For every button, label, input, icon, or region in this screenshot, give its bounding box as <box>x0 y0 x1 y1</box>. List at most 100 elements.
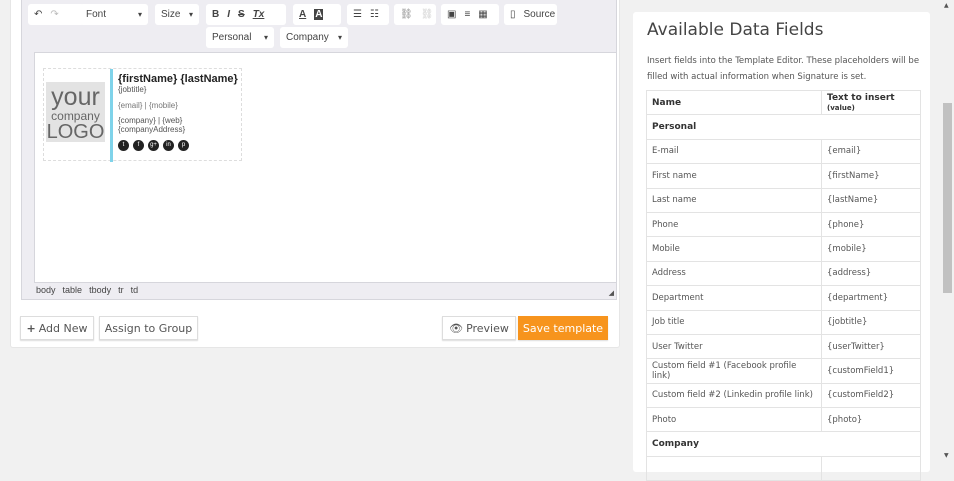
field-value[interactable]: {photo} <box>821 407 921 433</box>
bullet-list-icon[interactable]: ☷ <box>370 9 379 20</box>
col-name: Name <box>646 89 822 116</box>
panel-description: Insert fields into the Template Editor. … <box>647 56 920 82</box>
signature-divider <box>110 69 113 162</box>
field-row: Custom field #1 (Facebook profile link){… <box>646 358 921 384</box>
field-value[interactable]: {jobtitle} <box>821 309 921 335</box>
italic-button[interactable]: I <box>227 9 230 20</box>
assign-to-group-button[interactable]: Assign to Group <box>99 316 198 340</box>
data-fields-panel: Available Data Fields Insert fields into… <box>633 12 930 481</box>
field-value[interactable]: {firstName} <box>821 163 921 189</box>
field-row <box>646 455 921 481</box>
twitter-icon: t <box>118 140 129 151</box>
field-name: Last name <box>646 187 822 213</box>
field-name: E-mail <box>646 138 822 165</box>
eye-icon: 👁 <box>449 321 464 335</box>
list-group: ☰ ☷ <box>347 4 389 25</box>
field-name: Address <box>646 260 822 287</box>
field-value[interactable]: {department} <box>821 285 921 311</box>
signature-preview: your company LOGO {firstName} {lastName} {… <box>43 68 242 162</box>
redo-icon[interactable]: ↷ <box>50 9 58 20</box>
resize-handle[interactable]: ◢ <box>609 289 614 297</box>
field-value[interactable]: {address} <box>821 260 921 287</box>
bg-color-button[interactable]: A <box>314 9 324 20</box>
insert-group: ▣ ≡ ▦ <box>441 4 499 25</box>
page-scrollbar[interactable]: ▲ ▼ <box>941 0 954 461</box>
field-name <box>646 455 822 481</box>
plus-icon: + <box>26 321 36 335</box>
source-icon: ▯ <box>510 9 516 20</box>
scroll-up-icon[interactable]: ▲ <box>944 2 949 9</box>
field-row: First name {firstName} <box>646 163 921 189</box>
strike-button[interactable]: S <box>238 9 245 20</box>
add-new-button[interactable]: + Add New <box>20 316 94 340</box>
size-select[interactable]: Size <box>155 4 199 25</box>
field-row: Last name {lastName} <box>646 187 921 213</box>
editor-content[interactable]: your company LOGO {firstName} {lastName} {… <box>34 52 617 283</box>
field-value[interactable]: {lastName} <box>821 187 921 213</box>
path-item[interactable]: tbody <box>89 285 111 295</box>
field-value[interactable]: {customField1} <box>821 358 921 384</box>
company-fields-select[interactable]: Company <box>280 27 348 48</box>
field-value[interactable]: {customField2} <box>821 382 921 409</box>
linkedin-icon: in <box>163 140 174 151</box>
field-row: Department {department} <box>646 285 921 311</box>
group-row: Personal <box>646 114 921 140</box>
remove-format-button[interactable]: Tx <box>253 9 265 20</box>
field-value[interactable]: {email} <box>821 138 921 165</box>
scrollbar-thumb[interactable] <box>943 103 952 293</box>
font-select[interactable]: Font <box>80 4 148 25</box>
unlink-icon[interactable]: ⛓ <box>421 9 434 20</box>
template-editor-panel: ↶↷ Font Size BISTx AA ☰☷ ⛓⛓ ▣≡▦ ▯Source … <box>10 0 620 348</box>
numbered-list-icon[interactable]: ☰ <box>353 9 362 20</box>
image-icon[interactable]: ▣ <box>447 9 456 20</box>
signature-company: {company} | {web} <box>118 116 183 125</box>
field-name: Job title <box>646 309 822 335</box>
google-plus-icon: g+ <box>148 140 159 151</box>
undo-redo-group: ↶ ↷ <box>28 4 84 25</box>
link-icon[interactable]: ⛓ <box>400 9 413 20</box>
col-value: Text to insert (value) <box>821 89 921 116</box>
field-name: User Twitter <box>646 333 822 360</box>
rich-text-editor: ↶↷ Font Size BISTx AA ☰☷ ⛓⛓ ▣≡▦ ▯Source … <box>21 0 617 300</box>
field-value[interactable]: {phone} <box>821 211 921 238</box>
pinterest-icon: p <box>178 140 189 151</box>
path-item[interactable]: table <box>63 285 83 295</box>
link-group: ⛓ ⛓ <box>394 4 436 25</box>
data-fields-table: Name Text to insert (value) Personal E-mai… <box>646 89 921 481</box>
save-template-button[interactable]: Save template <box>518 316 608 340</box>
field-value[interactable]: {mobile} <box>821 236 921 262</box>
field-row: Mobile {mobile} <box>646 236 921 262</box>
scroll-down-icon[interactable]: ▼ <box>944 452 949 459</box>
field-row: User Twitter {userTwitter} <box>646 333 921 360</box>
signature-contact: {email} | {mobile} <box>118 101 178 110</box>
element-path: body table tbody tr td <box>36 285 138 295</box>
social-icons: t f g+ in p <box>118 140 238 151</box>
field-value[interactable]: {userTwitter} <box>821 333 921 360</box>
text-color-button[interactable]: A <box>299 9 306 20</box>
personal-fields-select[interactable]: Personal <box>206 27 274 48</box>
facebook-icon: f <box>133 140 144 151</box>
field-row: Photo {photo} <box>646 407 921 433</box>
field-row: E-mail {email} <box>646 138 921 165</box>
panel-title: Available Data Fields <box>647 20 824 40</box>
field-row: Address {address} <box>646 260 921 287</box>
bold-button[interactable]: B <box>212 9 219 20</box>
field-name: Custom field #2 (Linkedin profile link) <box>646 382 822 409</box>
field-row: Job title {jobtitle} <box>646 309 921 335</box>
company-logo: your company LOGO <box>46 82 105 143</box>
field-row: Custom field #2 (Linkedin profile link){… <box>646 382 921 409</box>
table-icon[interactable]: ▦ <box>478 9 487 20</box>
undo-icon[interactable]: ↶ <box>34 9 42 20</box>
field-name: First name <box>646 163 822 189</box>
group-label: Company <box>646 431 921 457</box>
field-name: Photo <box>646 407 822 433</box>
path-item[interactable]: tr <box>118 285 124 295</box>
path-item[interactable]: body <box>36 285 56 295</box>
group-row: Company <box>646 431 921 457</box>
format-group: B I S Tx <box>206 4 286 25</box>
path-item[interactable]: td <box>131 285 139 295</box>
preview-button[interactable]: 👁 Preview <box>442 316 516 340</box>
source-button[interactable]: ▯ Source <box>504 4 557 25</box>
horizontal-line-icon[interactable]: ≡ <box>464 9 470 20</box>
field-value[interactable] <box>821 455 921 481</box>
